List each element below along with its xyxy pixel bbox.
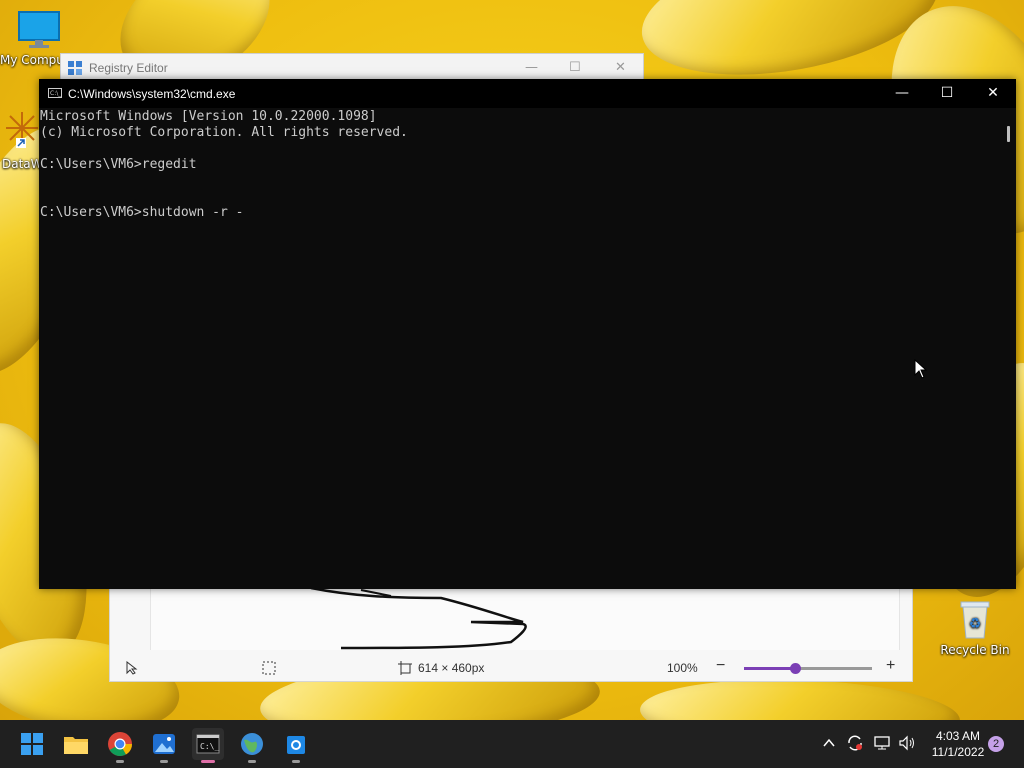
windows-start-icon: [21, 733, 43, 755]
canvas-size-text: 614 × 460px: [418, 661, 485, 675]
close-button[interactable]: ✕: [970, 79, 1016, 108]
zoom-out-button[interactable]: −: [716, 657, 725, 675]
desktop-icon-recycle-bin[interactable]: ♻ Recycle Bin: [940, 598, 1010, 657]
folder-icon: [64, 737, 88, 754]
network-icon[interactable]: [873, 735, 891, 754]
zoom-slider[interactable]: [744, 663, 872, 674]
vertical-scrollbar[interactable]: [1002, 109, 1016, 589]
cmd-app-icon: C:\_: [48, 88, 62, 98]
start-button[interactable]: [16, 728, 48, 760]
command-prompt-window[interactable]: C:\_ C:\Windows\system32\cmd.exe — ☐ ✕ M…: [39, 79, 1016, 589]
taskbar: C:\_ 4:03 AM 11/1/2022: [0, 720, 1024, 768]
running-indicator: [160, 760, 168, 763]
running-indicator: [201, 760, 215, 763]
globe-icon: [241, 733, 263, 755]
volume-icon[interactable]: [898, 735, 916, 754]
recycle-bin-icon: ♻: [960, 601, 990, 639]
zoom-in-button[interactable]: +: [886, 657, 895, 675]
minimize-button[interactable]: —: [879, 79, 925, 108]
chevron-up-icon[interactable]: [822, 736, 836, 753]
maximize-button[interactable]: ☐: [924, 79, 970, 108]
running-indicator: [292, 760, 300, 763]
sync-icon[interactable]: [846, 734, 864, 755]
gear-app-icon: [287, 736, 305, 754]
registry-editor-title: Registry Editor: [89, 61, 168, 75]
svg-text:C:\_: C:\_: [200, 742, 219, 751]
running-indicator: [116, 760, 124, 763]
maximize-button[interactable]: ☐: [569, 60, 581, 75]
zoom-slider-fill: [744, 667, 796, 670]
taskbar-terminal[interactable]: C:\_: [192, 728, 224, 763]
photos-icon: [153, 734, 175, 754]
console-line: Microsoft Windows [Version 10.0.22000.10…: [40, 109, 377, 124]
zoom-level-text: 100%: [667, 661, 698, 675]
chrome-icon: [108, 732, 132, 757]
running-indicator: [248, 760, 256, 763]
monitor-icon: [18, 11, 60, 48]
cmd-window-title: C:\Windows\system32\cmd.exe: [68, 87, 236, 101]
zoom-slider-thumb[interactable]: [790, 663, 802, 674]
close-button[interactable]: ✕: [615, 60, 626, 75]
scribble-drawing: [310, 586, 527, 650]
scrollbar-thumb[interactable]: [1007, 126, 1010, 142]
desktop-icon-label: DataW: [2, 157, 43, 171]
clock-time: 4:03 AM: [935, 729, 981, 743]
taskbar-photos[interactable]: [148, 728, 180, 763]
status-bar: 614 × 460px 100% − +: [110, 653, 912, 683]
taskbar-network-app[interactable]: [236, 728, 268, 763]
drawing-canvas[interactable]: [150, 586, 900, 650]
paint-window[interactable]: 614 × 460px 100% − +: [109, 585, 913, 682]
notification-badge[interactable]: 2: [988, 736, 1004, 752]
pointer-tool-icon[interactable]: [126, 660, 138, 678]
desktop-icon-dataw[interactable]: DataW: [2, 110, 43, 171]
registry-icon: [68, 61, 82, 75]
taskbar-clock[interactable]: 4:03 AM 11/1/2022: [926, 728, 990, 760]
terminal-icon: C:\_: [196, 734, 220, 754]
console-line: (c) Microsoft Corporation. All rights re…: [40, 125, 408, 140]
console-line: C:\Users\VM6>shutdown -r -: [40, 205, 244, 220]
taskbar-chrome[interactable]: [104, 728, 136, 763]
selection-icon[interactable]: [262, 661, 276, 678]
cmd-titlebar[interactable]: C:\_ C:\Windows\system32\cmd.exe — ☐ ✕: [39, 79, 1016, 108]
minimize-button[interactable]: —: [525, 60, 538, 75]
shortcut-icon: [6, 112, 38, 148]
svg-text:♻: ♻: [969, 616, 982, 632]
clock-date: 11/1/2022: [931, 745, 985, 759]
console-line: C:\Users\VM6>regedit: [40, 157, 197, 172]
console-output[interactable]: Microsoft Windows [Version 10.0.22000.10…: [40, 109, 1002, 589]
taskbar-file-explorer[interactable]: [60, 728, 92, 760]
canvas-size-icon: [398, 661, 412, 678]
desktop-icon-label: Recycle Bin: [940, 643, 1010, 657]
taskbar-devops-app[interactable]: [280, 728, 312, 763]
mouse-cursor-icon: [914, 359, 928, 379]
